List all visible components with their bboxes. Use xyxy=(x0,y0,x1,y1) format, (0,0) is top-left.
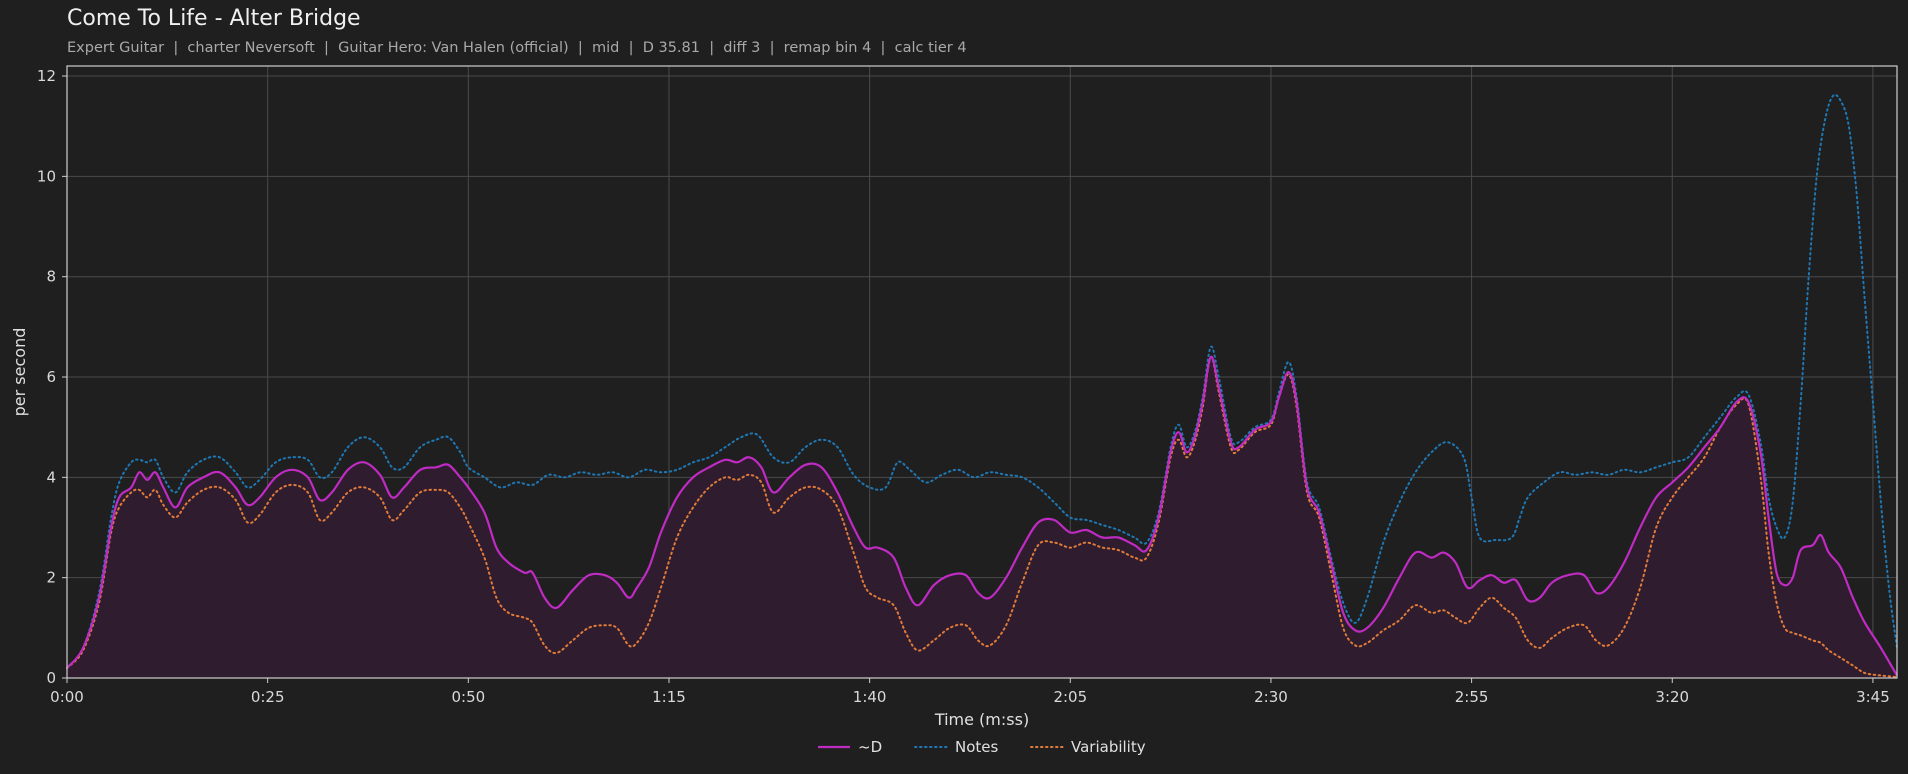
y-axis-label: per second xyxy=(10,328,29,417)
y-tick-label: 6 xyxy=(46,368,56,386)
legend-label: ~D xyxy=(858,738,882,756)
x-tick-label: 2:30 xyxy=(1254,688,1288,706)
x-axis-label: Time (m:ss) xyxy=(934,710,1029,729)
legend: ~D Notes Variability xyxy=(818,738,1146,756)
y-tick-label: 4 xyxy=(46,468,56,486)
legend-label: Variability xyxy=(1071,738,1146,756)
y-tick-label: 8 xyxy=(46,268,56,286)
x-tick-label: 0:25 xyxy=(251,688,285,706)
y-tick-label: 2 xyxy=(46,569,56,587)
y-axis-ticks: 0 2 4 6 8 10 12 xyxy=(37,67,67,687)
y-tick-label: 12 xyxy=(37,67,56,85)
x-tick-label: 3:20 xyxy=(1655,688,1689,706)
x-tick-label: 0:00 xyxy=(50,688,84,706)
x-tick-label: 0:50 xyxy=(451,688,485,706)
x-tick-label: 3:45 xyxy=(1856,688,1890,706)
x-tick-label: 1:40 xyxy=(853,688,887,706)
x-tick-label: 2:05 xyxy=(1053,688,1087,706)
x-axis-ticks: 0:00 0:25 0:50 1:15 1:40 2:05 2:30 2:55 3:20 3:45 xyxy=(50,678,1890,706)
y-tick-label: 0 xyxy=(46,669,56,687)
y-tick-label: 10 xyxy=(37,167,56,185)
chart-canvas: 0:00 0:25 0:50 1:15 1:40 2:05 2:30 2:55 3:20 3:45… xyxy=(10,65,1898,756)
x-tick-label: 2:55 xyxy=(1455,688,1489,706)
legend-label: Notes xyxy=(955,738,999,756)
x-tick-label: 1:15 xyxy=(652,688,686,706)
